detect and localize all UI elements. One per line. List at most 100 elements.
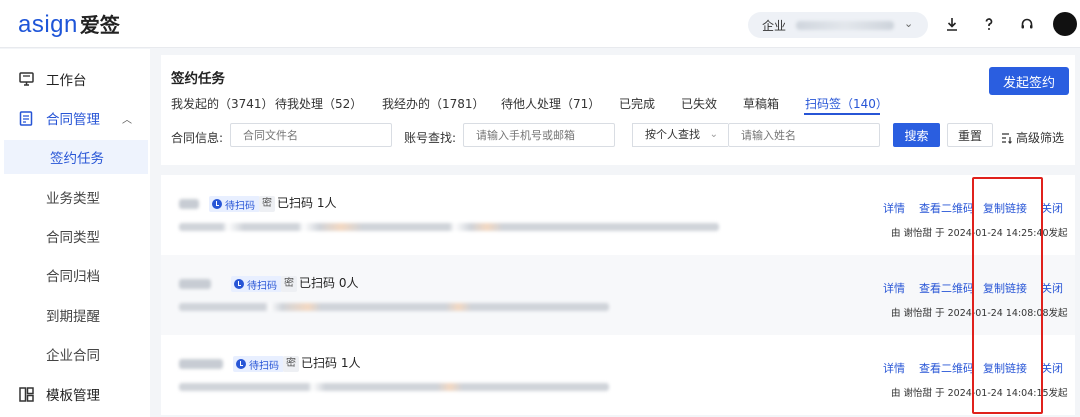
sidebar-item-signing-tasks[interactable]: 签约任务 [4, 140, 148, 174]
initiator-name: 谢怡甜 [903, 308, 933, 319]
search-mode-value: 按个人查找 [645, 128, 700, 141]
initiated-time: 2024-01-24 14:25:40 [947, 228, 1049, 239]
by-prefix: 由 [891, 308, 901, 319]
sidebar-item-label: 合同类型 [46, 230, 100, 246]
row-actions: 详情 查看二维码 复制链接 关闭 [883, 280, 1069, 296]
help-icon[interactable] [978, 13, 1000, 35]
clock-icon [234, 279, 244, 289]
at-word: 于 [935, 308, 945, 319]
contract-info-label: 合同信息: [171, 131, 224, 145]
brand-logo[interactable]: asign 爱签 [18, 9, 120, 38]
status-badge: 待扫码 [231, 276, 282, 292]
tab-pending-others[interactable]: 待他人处理（71） [501, 95, 600, 112]
monitor-icon [18, 71, 34, 87]
status-text: 待扫码 [247, 280, 277, 292]
secret-badge: 密 [259, 196, 275, 212]
sidebar-item-contract-archive[interactable]: 合同归档 [0, 258, 150, 292]
tab-pending-me[interactable]: 待我处理（52） [275, 95, 362, 112]
close-link[interactable]: 关闭 [1041, 200, 1063, 216]
copy-link[interactable]: 复制链接 [983, 360, 1027, 376]
close-link[interactable]: 关闭 [1041, 360, 1063, 376]
task-meta-redacted [179, 383, 609, 391]
sidebar-item-label: 工作台 [46, 73, 87, 89]
secret-badge: 密 [281, 276, 297, 292]
task-row[interactable]: 待扫码 密 已扫码 1人 详情 查看二维码 复制链接 关闭 由 谢怡甜 于 20… [161, 335, 1075, 415]
initiated-suffix: 发起 [1048, 388, 1068, 399]
task-meta-redacted [179, 223, 719, 231]
filter-icon [1002, 132, 1012, 144]
task-row[interactable]: 待扫码 密 已扫码 1人 详情 查看二维码 复制链接 关闭 由 谢怡甜 于 20… [161, 175, 1075, 255]
scan-count: 已扫码 1人 [301, 356, 361, 370]
status-text: 待扫码 [249, 360, 279, 372]
initiator-info: 由 谢怡甜 于 2024-01-24 14:04:15发起 [891, 385, 1068, 399]
sidebar-item-workbench[interactable]: 工作台 [0, 62, 150, 96]
initiated-suffix: 发起 [1048, 308, 1068, 319]
initiator-info: 由 谢怡甜 于 2024-01-24 14:08:08发起 [891, 305, 1068, 319]
view-qr-link[interactable]: 查看二维码 [919, 280, 974, 296]
at-word: 于 [935, 388, 945, 399]
task-header: 签约任务 发起签约 我发起的（3741） 待我处理（52） 我经办的（1781）… [161, 55, 1075, 165]
close-link[interactable]: 关闭 [1041, 280, 1063, 296]
copy-link[interactable]: 复制链接 [983, 200, 1027, 216]
search-mode-select[interactable]: 按个人查找 ⌄ [632, 123, 728, 147]
download-icon[interactable] [941, 13, 963, 35]
account-search-input[interactable] [463, 123, 615, 147]
contract-file-input[interactable] [230, 123, 392, 147]
sidebar-item-label: 签约任务 [50, 151, 104, 167]
view-qr-link[interactable]: 查看二维码 [919, 200, 974, 216]
sidebar-item-expiry-reminders[interactable]: 到期提醒 [0, 298, 150, 332]
initiator-name: 谢怡甜 [903, 228, 933, 239]
headset-icon[interactable] [1016, 13, 1038, 35]
task-name-redacted [179, 279, 211, 289]
top-bar: asign 爱签 企业 ⌄ [0, 0, 1080, 48]
main-panel: 签约任务 发起签约 我发起的（3741） 待我处理（52） 我经办的（1781）… [151, 49, 1080, 417]
details-link[interactable]: 详情 [883, 280, 905, 296]
task-meta-redacted [179, 303, 609, 311]
task-name-redacted [179, 359, 223, 369]
sidebar-item-label: 模板管理 [46, 388, 100, 404]
sidebar-item-template-management[interactable]: 模板管理 [0, 377, 150, 411]
sidebar-item-business-types[interactable]: 业务类型 [0, 180, 150, 214]
logo-cn: 爱签 [79, 13, 120, 37]
company-switcher[interactable]: 企业 ⌄ [748, 12, 928, 38]
initiated-time: 2024-01-24 14:04:15 [947, 388, 1049, 399]
account-search-label: 账号查找: [404, 131, 457, 145]
advanced-filter-label: 高级筛选 [1016, 131, 1065, 145]
reset-button[interactable]: 重置 [947, 123, 993, 147]
search-button[interactable]: 搜索 [893, 123, 940, 147]
active-tab-indicator [804, 113, 880, 115]
page-title: 签约任务 [171, 71, 225, 87]
advanced-filter-button[interactable]: 高级筛选 [1001, 129, 1064, 146]
row-actions: 详情 查看二维码 复制链接 关闭 [883, 360, 1069, 376]
sidebar-item-enterprise-contracts[interactable]: 企业合同 [0, 337, 150, 371]
sidebar-item-contract-types[interactable]: 合同类型 [0, 219, 150, 253]
name-input[interactable] [728, 123, 880, 147]
copy-link[interactable]: 复制链接 [983, 280, 1027, 296]
sidebar-item-label: 合同管理 [46, 112, 100, 128]
document-icon [18, 110, 34, 126]
scan-count: 已扫码 0人 [299, 276, 359, 290]
view-qr-link[interactable]: 查看二维码 [919, 360, 974, 376]
launch-signing-button[interactable]: 发起签约 [989, 67, 1069, 95]
details-link[interactable]: 详情 [883, 360, 905, 376]
tab-qr-sign[interactable]: 扫码签（140） [805, 95, 888, 112]
chevron-down-icon: ⌄ [904, 17, 914, 30]
tab-drafts[interactable]: 草稿箱 [743, 95, 779, 112]
status-text: 待扫码 [225, 200, 255, 212]
secret-badge: 密 [283, 356, 299, 372]
sidebar-item-label: 企业合同 [46, 348, 100, 364]
initiator-name: 谢怡甜 [903, 388, 933, 399]
tab-handled[interactable]: 我经办的（1781） [382, 95, 485, 112]
tab-completed[interactable]: 已完成 [619, 95, 655, 112]
tab-initiated[interactable]: 我发起的（3741） [171, 95, 274, 112]
logo-latin: asign [18, 11, 78, 38]
tab-expired[interactable]: 已失效 [681, 95, 717, 112]
sidebar-item-contract-management[interactable]: 合同管理 ︿ [0, 101, 150, 135]
initiated-time: 2024-01-24 14:08:08 [947, 308, 1049, 319]
task-row[interactable]: 待扫码 密 已扫码 0人 详情 查看二维码 复制链接 关闭 由 谢怡甜 于 20… [161, 255, 1075, 335]
sidebar-item-label: 到期提醒 [46, 309, 100, 325]
avatar[interactable] [1053, 12, 1077, 36]
clock-icon [212, 199, 222, 209]
details-link[interactable]: 详情 [883, 200, 905, 216]
sidebar: 工作台 合同管理 ︿ 签约任务 业务类型 合同类型 合同归档 到期提醒 企业合同… [0, 49, 150, 417]
